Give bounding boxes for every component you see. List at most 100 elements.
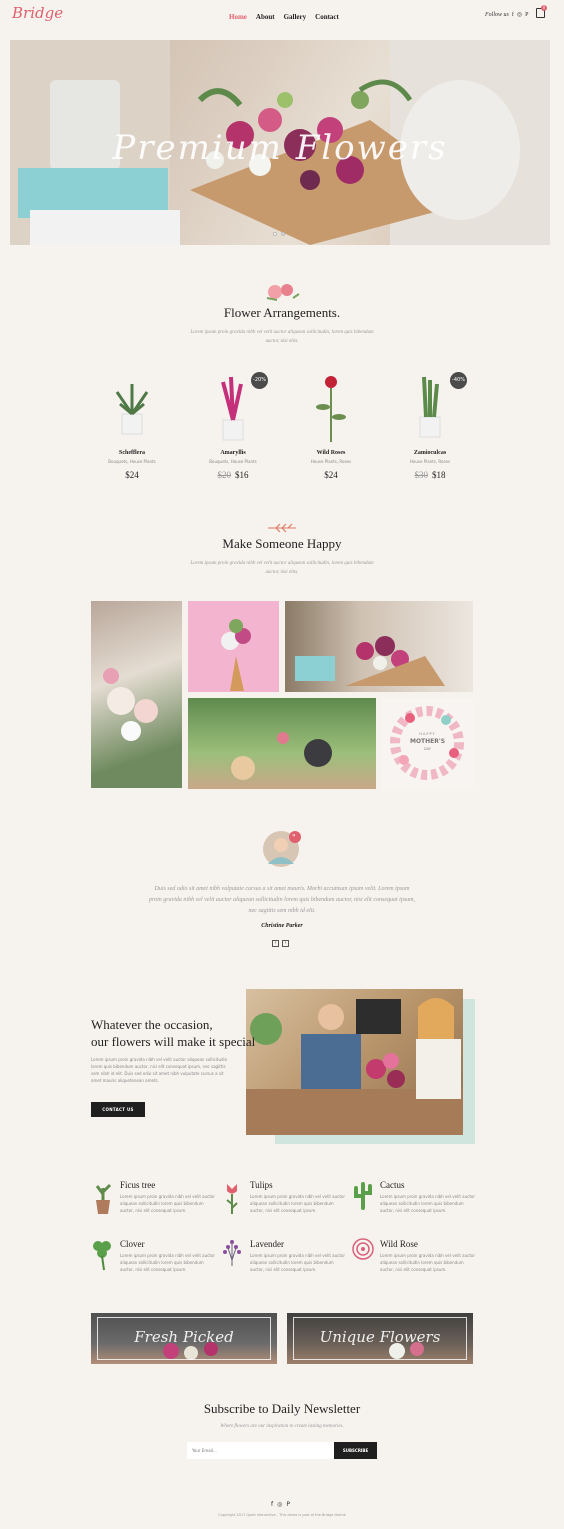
product-name[interactable]: Zamioculcas [390,450,470,456]
testimonial-author: Christine Parker [261,923,303,929]
gallery-image-1[interactable] [91,601,182,788]
product-card[interactable]: Wild Roses House Plants, Roses $24 [291,372,371,480]
feature-text: Lorem ipsum proin gravida nibh vel velit… [120,1253,216,1272]
feature-clover: Clover Lorem ipsum proin gravida nibh ve… [120,1239,216,1273]
price: $24 [125,470,139,480]
arrangements-subtitle: Lorem ipsum proin gravida nibh vel velit… [190,330,374,344]
hero-title: Premium Flowers [112,128,448,168]
tulip-icon [226,1184,238,1214]
product-name[interactable]: Amaryllis [193,450,273,456]
feature-text: Lorem ipsum proin gravida nibh vel velit… [250,1194,346,1213]
roses-ornament-icon [266,284,300,301]
old-price: $20 [217,470,232,480]
slider-dots [273,232,285,236]
follow-us: Follow us f ◎ P [485,11,528,19]
occasion-text: Lorem ipsum proin gravida nibh vel velit… [91,1057,228,1083]
price: $24 [324,470,338,480]
gallery-image-3[interactable] [285,601,473,692]
cactus-icon [354,1182,372,1210]
pinterest-icon[interactable]: P [525,12,528,18]
happy-title: Make Someone Happy [222,536,342,551]
testimonial-quote: Duis sed odio sit amet nibh vulputate cu… [148,886,416,914]
gallery-image-2[interactable] [188,601,279,692]
nav-gallery[interactable]: Gallery [284,13,307,21]
feature-title: Lavender [250,1239,284,1249]
unique-flowers-banner[interactable]: Unique Flowers [287,1313,473,1364]
product-image[interactable] [92,372,172,442]
mothers-day-bottom: DAY [424,747,431,751]
potted-plant-icon [95,1183,112,1214]
contact-us-button[interactable]: CONTACT US [91,1102,145,1117]
branch-ornament-icon [268,523,296,533]
banner-title: Unique Flowers [319,1328,441,1346]
facebook-icon[interactable]: f [271,1501,273,1508]
product-name[interactable]: Wild Roses [291,450,371,456]
feature-text: Lorem ipsum proin gravida nibh vel velit… [380,1194,476,1213]
occasion-title-line-2: our flowers will make it special [91,1034,256,1049]
price: $16 [235,470,249,480]
testimonial-nav: ‹ › [272,940,289,947]
feature-text: Lorem ipsum proin gravida nibh vel velit… [120,1194,216,1213]
main-nav: Home About Gallery Contact [229,13,339,21]
product-category: Bouquets, House Plants [209,459,257,464]
instagram-icon[interactable]: ◎ [517,11,522,18]
feature-text: Lorem ipsum proin gravida nibh vel velit… [250,1253,346,1272]
product-category: House Plants, Roses [310,459,352,464]
happy-subtitle: Lorem ipsum proin gravida nibh vel velit… [190,561,374,575]
nav-contact[interactable]: Contact [315,13,339,21]
clover-icon [93,1241,111,1271]
banner-title: Fresh Picked [134,1328,234,1346]
feature-ficus: Ficus tree Lorem ipsum proin gravida nib… [120,1180,216,1214]
nav-home[interactable]: Home [229,13,247,21]
instagram-icon[interactable]: ◎ [277,1501,282,1508]
fresh-picked-banner[interactable]: Fresh Picked [91,1313,277,1364]
product-card[interactable]: Schefflera Bouquets, House Plants $24 [92,372,172,480]
product-price: $30 $18 [390,470,470,480]
lavender-icon [223,1240,241,1266]
product-name[interactable]: Schefflera [92,450,172,456]
product-category: House Plants, Roses [409,459,451,464]
hero-slider[interactable]: Premium Flowers [10,40,550,245]
newsletter-subtitle: Where flowers are our inspiration to cre… [220,1424,344,1429]
old-price: $30 [414,470,429,480]
mothers-day-top: HAPPY [419,732,436,736]
prev-arrow-icon[interactable]: ‹ [272,940,279,947]
slide-dot-1[interactable] [273,232,277,236]
feature-wild-rose: Wild Rose Lorem ipsum proin gravida nibh… [380,1239,476,1273]
product-price: $24 [291,470,371,480]
logo[interactable]: Bridge [12,4,63,22]
gallery-image-5[interactable]: HAPPY MOTHER'S DAY [382,698,473,789]
mothers-day-main: MOTHER'S [409,738,446,745]
footer-social: f ◎ P [271,1501,290,1508]
product-image[interactable] [291,372,371,442]
rose-icon [352,1238,374,1260]
slide-dot-2[interactable] [281,232,285,236]
newsletter-title: Subscribe to Daily Newsletter [203,1401,361,1416]
nav-about[interactable]: About [256,13,275,21]
feature-text: Lorem ipsum proin gravida nibh vel velit… [380,1253,476,1272]
follow-label: Follow us [485,11,509,18]
price: $18 [432,470,446,480]
feature-title: Ficus tree [120,1180,156,1190]
cart-count-badge: 0 [541,5,547,11]
facebook-icon[interactable]: f [512,12,514,18]
svg-text:": " [292,833,296,842]
product-price: $24 [92,470,172,480]
gallery-image-4[interactable] [188,698,376,789]
pinterest-icon[interactable]: P [286,1501,290,1508]
feature-title: Wild Rose [380,1239,418,1249]
feature-lavender: Lavender Lorem ipsum proin gravida nibh … [250,1239,346,1273]
feature-tulips: Tulips Lorem ipsum proin gravida nibh ve… [250,1180,346,1214]
next-arrow-icon[interactable]: › [282,940,289,947]
occasion-title-line-1: Whatever the occasion, [91,1017,213,1032]
florists-image [246,989,463,1135]
subscribe-button[interactable]: SUBSCRIBE [334,1442,377,1459]
sale-badge: -40% [450,372,467,389]
product-category: Bouquets, House Plants [108,459,156,464]
arrangements-title: Flower Arrangements. [223,305,341,320]
occasion-title: Whatever the occasion, our flowers will … [91,1016,291,1050]
feature-title: Tulips [250,1180,273,1190]
feature-title: Clover [120,1239,145,1249]
avatar: " [263,831,301,867]
email-field[interactable] [187,1442,334,1459]
